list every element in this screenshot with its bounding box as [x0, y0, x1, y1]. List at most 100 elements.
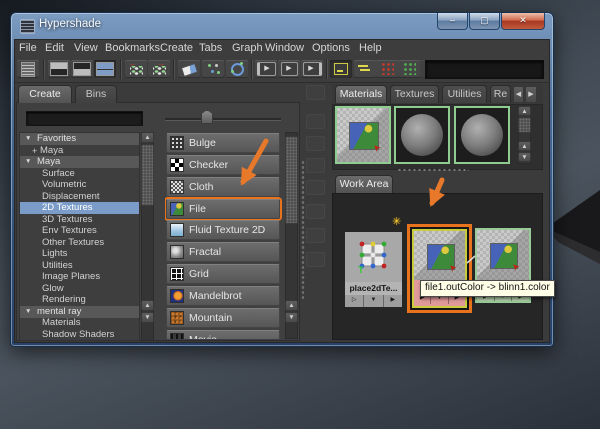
tree-item-displacement[interactable]: Displacement	[20, 191, 139, 203]
tree-scroll-thumb[interactable]	[141, 144, 154, 206]
tree-group-mental-ray[interactable]: ▼ mental ray	[20, 305, 139, 318]
bulge-icon	[170, 136, 184, 150]
tree-item-other-textures[interactable]: Other Textures	[20, 237, 139, 249]
list-item-fluid-texture-2d[interactable]: Fluid Texture 2D	[166, 220, 280, 240]
swatch-scroll-thumb[interactable]	[518, 117, 531, 133]
layout-bottom-pane-icon[interactable]	[71, 60, 93, 78]
tree-item-3d-textures[interactable]: 3D Textures	[20, 214, 139, 226]
list-scroll-thumb[interactable]	[285, 136, 298, 224]
menu-item-window[interactable]: Window	[265, 42, 304, 54]
list-item-bulge[interactable]: Bulge	[166, 133, 280, 153]
tree-item-surface[interactable]: Surface	[20, 168, 139, 180]
ghost-icon	[306, 180, 325, 195]
tab-bins[interactable]: Bins	[75, 85, 117, 103]
show-input-output-connections-icon[interactable]: ▶	[278, 60, 300, 78]
node-label: place2dTe...	[345, 282, 402, 295]
graph-selected-icon[interactable]	[226, 60, 248, 78]
swatch-size-slider-track[interactable]	[165, 118, 281, 120]
window-titlebar[interactable]: Hypershade – ▢ ✕	[11, 13, 553, 39]
menu-item-edit[interactable]: Edit	[45, 42, 64, 54]
swatch-scroll-up2-icon[interactable]: ▲	[518, 141, 531, 151]
filter-input[interactable]	[26, 111, 143, 126]
svg-text:T: T	[358, 265, 364, 274]
close-button[interactable]: ✕	[501, 13, 545, 30]
list-item-fractal[interactable]: Fractal	[166, 242, 280, 262]
list-item-movie[interactable]: Movie	[166, 330, 280, 339]
list-item-cloth[interactable]: Cloth	[166, 177, 280, 197]
list-item-file[interactable]: File	[166, 199, 280, 219]
tree-item-shadow-shaders[interactable]: Shadow Shaders	[20, 329, 139, 341]
menu-item-file[interactable]: File	[19, 42, 37, 54]
tab-work-area[interactable]: Work Area	[335, 175, 393, 193]
tab-utilities[interactable]: Utilities	[442, 85, 487, 103]
toolbar-field[interactable]	[425, 60, 544, 79]
tree-item-2d-textures[interactable]: 2D Textures	[20, 202, 139, 214]
layout-top-pane-icon[interactable]	[48, 60, 70, 78]
tree-item-lights[interactable]: Lights	[20, 248, 139, 260]
tree-item-volumetric[interactable]: Volumetric	[20, 179, 139, 191]
red-marker-grid-icon[interactable]	[376, 60, 398, 78]
previous-graph-icon[interactable]: ←	[125, 60, 147, 78]
fractal-icon	[170, 245, 184, 259]
menu-item-view[interactable]: View	[74, 42, 98, 54]
swatch-scroll-down-icon[interactable]: ▼	[518, 152, 531, 162]
red-dots-icon	[380, 62, 394, 75]
tree-item-image-planes[interactable]: Image Planes	[20, 271, 139, 283]
node-place2dtexture[interactable]: T place2dTe... ▷ ▼ ▶	[345, 232, 402, 307]
menu-item-help[interactable]: Help	[359, 42, 382, 54]
menu-item-tabs[interactable]: Tabs	[199, 42, 222, 54]
tab-scroll-right-icon[interactable]: ▶	[525, 86, 537, 103]
next-graph-icon[interactable]: →	[148, 60, 170, 78]
swatch-scroll-up-icon[interactable]: ▲	[518, 106, 531, 116]
list-item-mandelbrot[interactable]: Mandelbrot	[166, 286, 280, 306]
tree-item-utilities[interactable]: Utilities	[20, 260, 139, 272]
tree-scroll-down-icon[interactable]: ▼	[141, 312, 154, 323]
menu-item-options[interactable]: Options	[312, 42, 350, 54]
tree-group-favorites[interactable]: ▼ Favorites	[20, 133, 139, 145]
maximize-button[interactable]: ▢	[469, 13, 500, 30]
tree-item-materials[interactable]: Materials	[20, 317, 139, 329]
app-icon	[20, 19, 35, 34]
green-marker-grid-icon[interactable]	[398, 60, 420, 78]
node-file1[interactable]: ➤ file1 ▶ ▼ ▶	[407, 224, 472, 313]
list-item-mountain[interactable]: Mountain	[166, 308, 280, 328]
tree-item-env-textures[interactable]: Env Textures	[20, 225, 139, 237]
tab-create[interactable]: Create	[18, 85, 72, 103]
list-scroll-down-icon[interactable]: ▼	[285, 312, 298, 323]
tab-rendering-clipped[interactable]: Re	[490, 85, 511, 103]
node-next-icon[interactable]: ▶	[384, 295, 402, 307]
node-expand-icon[interactable]: ▼	[364, 295, 384, 307]
tree-group-maya[interactable]: ▼ Maya	[20, 156, 139, 168]
tab-scroll-left-icon[interactable]: ◀	[513, 86, 524, 103]
tree-scroll-up2-icon[interactable]: ▲	[141, 300, 154, 311]
material-sphere-swatch[interactable]	[454, 106, 510, 164]
menu-item-bookmarks[interactable]: Bookmarks	[105, 42, 160, 54]
tree-scroll-up-icon[interactable]: ▲	[141, 132, 154, 143]
list-item-grid[interactable]: Grid	[166, 264, 280, 284]
panel-splitter[interactable]	[301, 160, 305, 300]
node-list-icon[interactable]	[17, 60, 39, 78]
tree-item-rendering[interactable]: Rendering	[20, 294, 139, 306]
file-texture-swatch[interactable]: ➤	[335, 106, 391, 164]
list-item-checker[interactable]: Checker	[166, 155, 280, 175]
show-output-connections-icon[interactable]: ▶	[301, 60, 323, 78]
rearrange-graph-icon[interactable]	[202, 60, 224, 78]
tree-item-glow[interactable]: Glow	[20, 283, 139, 295]
tab-materials[interactable]: Materials	[335, 85, 387, 103]
list-scroll-up-icon[interactable]: ▲	[285, 300, 298, 311]
tree-item-maya-favorite[interactable]: + Maya	[20, 145, 139, 157]
connection-tooltip: file1.outColor -> blinn1.color	[420, 280, 555, 297]
menu-item-graph[interactable]: Graph	[232, 42, 263, 54]
collapse-attributes-icon[interactable]	[354, 60, 376, 78]
toggle-create-bar-icon[interactable]	[330, 60, 352, 78]
layout-split-panes-icon[interactable]	[94, 60, 116, 78]
menu-item-create[interactable]: Create	[160, 42, 193, 54]
grid-icon	[170, 267, 184, 281]
clear-graph-icon[interactable]	[178, 60, 200, 78]
workarea-splitter[interactable]	[397, 168, 469, 172]
tab-textures[interactable]: Textures	[390, 85, 439, 103]
minimize-button[interactable]: –	[437, 13, 468, 30]
material-sphere-swatch[interactable]	[394, 106, 450, 164]
show-input-connections-icon[interactable]: ▶	[255, 60, 277, 78]
node-open-icon[interactable]: ▷	[345, 295, 365, 307]
